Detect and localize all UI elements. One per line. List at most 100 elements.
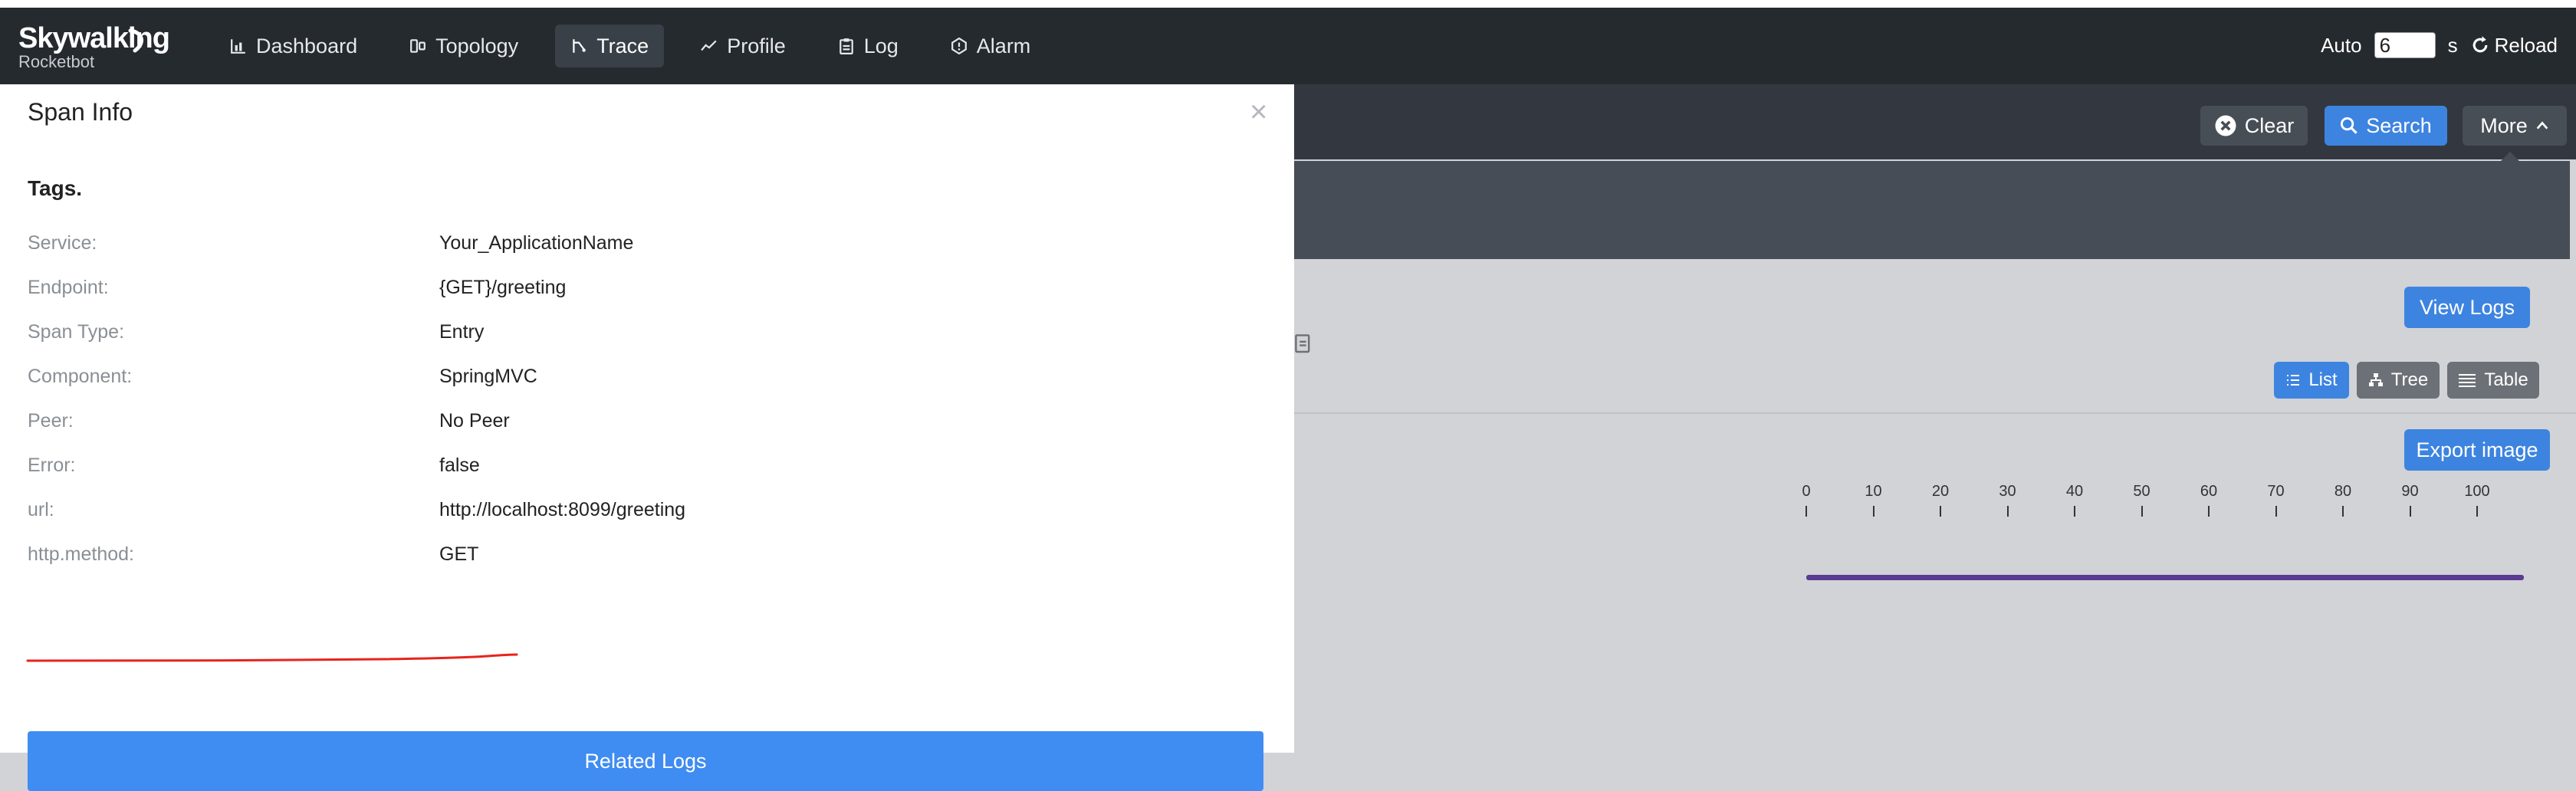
tag-value: Entry — [439, 320, 485, 343]
ruler-tick-label: 10 — [1865, 483, 1882, 500]
table-view-button[interactable]: Table — [2447, 362, 2539, 399]
ruler-tick-mark — [2141, 506, 2143, 517]
reload-button[interactable]: Reload — [2470, 34, 2558, 57]
nav-log[interactable]: Log — [823, 25, 914, 67]
close-icon[interactable]: × — [1250, 97, 1267, 127]
alarm-icon — [951, 38, 967, 54]
chevron-up-icon — [2536, 121, 2548, 130]
table-view-label: Table — [2484, 369, 2528, 390]
nav-dashboard[interactable]: Dashboard — [215, 25, 373, 67]
nav-alarm[interactable]: Alarm — [935, 25, 1046, 67]
ruler-tick-label: 20 — [1931, 483, 1950, 500]
clear-button[interactable]: Clear — [2200, 106, 2308, 146]
table-icon — [2459, 374, 2476, 387]
search-button-label: Search — [2366, 113, 2432, 137]
tag-key: Span Type: — [28, 320, 125, 343]
nav-log-label: Log — [863, 34, 899, 57]
tag-key: Peer: — [28, 409, 74, 432]
auto-refresh-interval-input[interactable] — [2374, 32, 2436, 58]
tag-key: Error: — [28, 454, 76, 476]
ruler-tick-mark — [2006, 506, 2009, 517]
more-options-button[interactable]: More — [2463, 106, 2567, 146]
ruler-tick-mark — [2476, 506, 2478, 517]
top-navbar: Skywalking Rocketbot Dashboard Topology … — [0, 8, 2576, 84]
view-logs-button[interactable]: View Logs — [2404, 287, 2530, 328]
ruler-tick-mark — [2342, 506, 2344, 517]
tag-row-error: Error: false — [28, 443, 1254, 487]
seconds-unit-label: s — [2447, 33, 2458, 57]
search-button[interactable]: Search — [2325, 106, 2447, 146]
auto-refresh-label: Auto — [2321, 33, 2362, 57]
tag-row-endpoint: Endpoint: {GET}/greeting — [28, 265, 1254, 310]
tag-key: Endpoint: — [28, 276, 109, 298]
related-logs-button[interactable]: Related Logs — [28, 731, 1263, 791]
nav-profile[interactable]: Profile — [685, 25, 801, 67]
tag-row-url: url: http://localhost:8099/greeting — [28, 487, 1254, 532]
detail-divider — [1294, 412, 2576, 414]
ruler-tick-label: 0 — [1802, 483, 1811, 500]
ruler-tick-label: 40 — [2065, 483, 2084, 500]
tag-key: url: — [28, 498, 54, 520]
tag-value: Your_ApplicationName — [439, 231, 634, 254]
ruler-tick-mark — [1806, 506, 1807, 517]
tag-value: {GET}/greeting — [439, 276, 567, 298]
span-duration-bar[interactable] — [1806, 575, 2524, 580]
top-strip — [0, 0, 2576, 8]
ruler-tick-mark — [2275, 506, 2277, 517]
export-image-button[interactable]: Export image — [2404, 429, 2550, 471]
tag-row-span-type: Span Type: Entry — [28, 310, 1254, 354]
nav-topology-label: Topology — [435, 34, 519, 57]
tag-value: No Peer — [439, 409, 510, 432]
nav-dashboard-label: Dashboard — [256, 34, 358, 57]
timeline-ruler: 0 10 20 30 40 50 60 70 80 90 100 — [1794, 483, 2490, 521]
ruler-tick-mark — [2409, 506, 2411, 517]
tag-row-peer: Peer: No Peer — [28, 399, 1254, 443]
related-logs-label: Related Logs — [584, 749, 707, 773]
more-panel-caret — [2501, 152, 2519, 161]
tag-row-service: Service: Your_ApplicationName — [28, 221, 1254, 265]
tag-row-http-method: http.method: GET — [28, 532, 1254, 576]
logo-subtitle: Rocketbot — [18, 52, 95, 71]
tag-key: http.method: — [28, 543, 134, 565]
nav-profile-label: Profile — [727, 34, 786, 57]
reload-label: Reload — [2494, 33, 2558, 57]
ruler-tick-label: 80 — [2334, 483, 2352, 500]
nav-trace[interactable]: Trace — [555, 25, 665, 67]
main-nav: Dashboard Topology Trace Profile Log Ala… — [215, 25, 1046, 67]
list-view-label: List — [2308, 369, 2338, 390]
copy-clipboard-icon[interactable] — [1294, 331, 1313, 354]
ruler-tick-mark — [1940, 506, 1941, 517]
nav-topology[interactable]: Topology — [394, 25, 534, 67]
list-icon — [2287, 375, 2300, 386]
ruler-tick-mark — [2208, 506, 2210, 517]
tag-value: SpringMVC — [439, 365, 537, 387]
modal-title: Span Info — [28, 98, 133, 126]
red-underline-annotation — [26, 653, 518, 662]
ruler-tick-mark — [1872, 506, 1875, 517]
tag-value: false — [439, 454, 480, 476]
tags-heading: Tags. — [28, 176, 83, 200]
more-button-label: More — [2480, 113, 2528, 137]
clear-button-label: Clear — [2244, 113, 2295, 137]
tree-icon — [2368, 373, 2383, 386]
export-image-label: Export image — [2416, 438, 2538, 461]
ruler-tick-label: 90 — [2401, 483, 2419, 500]
app-logo[interactable]: Skywalking Rocketbot — [18, 23, 170, 71]
nav-alarm-label: Alarm — [976, 34, 1031, 57]
topology-icon — [410, 39, 426, 53]
list-view-button[interactable]: List — [2274, 362, 2349, 399]
view-logs-label: View Logs — [2419, 295, 2515, 319]
ruler-tick-label: 30 — [1999, 483, 2016, 500]
ruler-tick-label: 50 — [2133, 483, 2150, 500]
line-chart-icon — [701, 40, 717, 51]
ruler-tick-label: 60 — [2200, 483, 2218, 500]
tree-view-label: Tree — [2390, 369, 2429, 390]
tree-view-button[interactable]: Tree — [2357, 362, 2440, 399]
reload-icon — [2472, 36, 2487, 53]
logo-swoosh-icon — [128, 28, 143, 53]
tag-key: Service: — [28, 231, 97, 254]
search-icon — [2341, 117, 2358, 134]
ruler-tick-label: 100 — [2464, 483, 2490, 500]
tag-row-component: Component: SpringMVC — [28, 354, 1254, 399]
trace-icon — [573, 39, 586, 53]
